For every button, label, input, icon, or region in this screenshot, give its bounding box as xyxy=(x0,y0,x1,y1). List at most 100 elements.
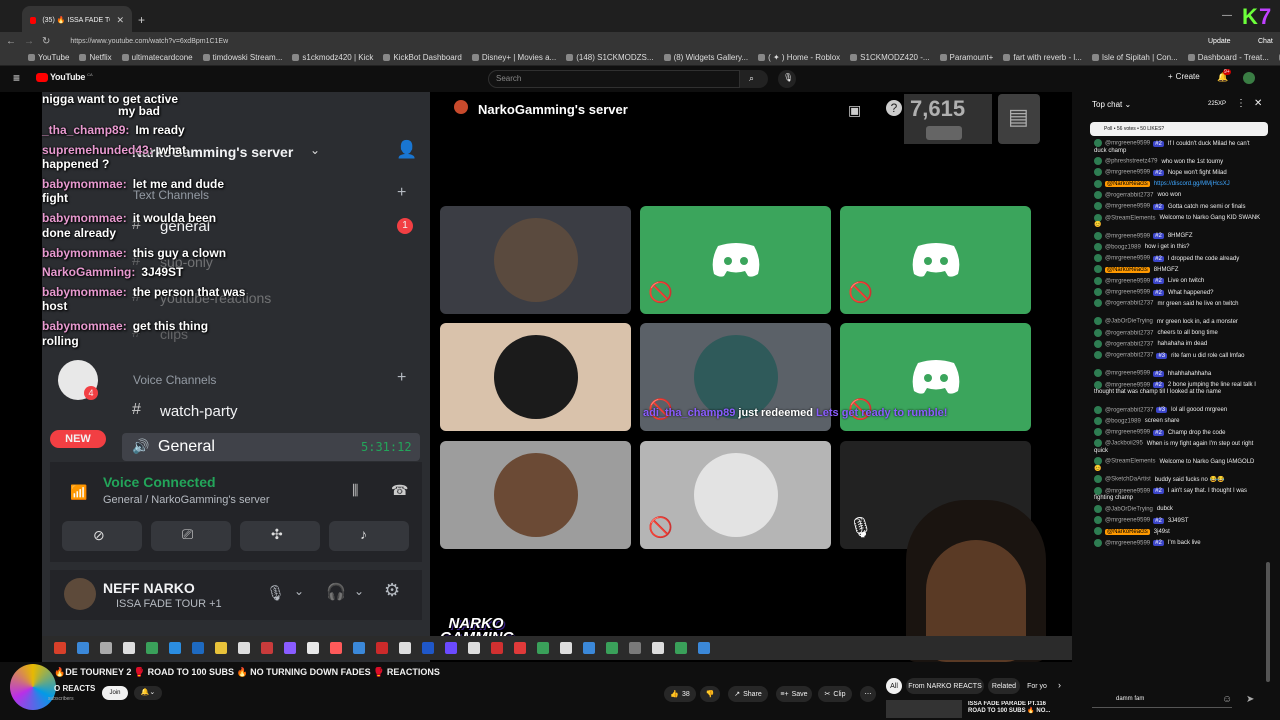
chevron-down-icon[interactable]: ⌄ xyxy=(354,584,364,598)
taskbar-app-icon[interactable] xyxy=(77,642,89,654)
bookmark-item[interactable]: ultimatecardcone xyxy=(121,53,193,62)
chat-author[interactable]: @mrgreene9599 xyxy=(1105,256,1150,262)
chat-author[interactable]: @boogz1989 xyxy=(1105,244,1141,250)
chat-author[interactable]: @StreamElements xyxy=(1105,459,1155,465)
taskbar-app-icon[interactable] xyxy=(376,642,388,654)
gear-icon[interactable]: ⚙ xyxy=(384,580,400,601)
chat-message[interactable]: @boogz1989 how i get in this? xyxy=(1094,242,1262,252)
chat-author[interactable]: @mrgreene9599 xyxy=(1105,141,1150,147)
activities-button[interactable]: ✣ xyxy=(240,521,320,551)
chevron-right-icon[interactable]: › xyxy=(1058,680,1061,690)
chat-message[interactable]: @mrgreene9599 #2 If I couldn't duck Milad … xyxy=(1094,139,1262,155)
taskbar-app-icon[interactable] xyxy=(169,642,181,654)
chat-message[interactable]: @mrgreene9599 #2 8HMGFZ xyxy=(1094,231,1262,241)
taskbar-app-icon[interactable] xyxy=(238,642,250,654)
new-tab-icon[interactable]: + xyxy=(138,13,145,27)
chat-message[interactable]: @mrgreene9599 #2 I dropped the code alread… xyxy=(1094,254,1262,263)
soundboard-button[interactable]: ♪ xyxy=(329,521,409,551)
chat-author[interactable]: @mrgreene9599 xyxy=(1105,233,1150,239)
bookmark-item[interactable]: Paramount+ xyxy=(939,53,993,62)
chat-message[interactable]: @NarkoReacts 8HMGFZ xyxy=(1094,265,1262,274)
chat-message[interactable]: @NarkoReacts https://discord.gg/MMjHcsXJ xyxy=(1094,179,1262,189)
chat-message[interactable]: @rogerrabbit2737 cheers to all bong time xyxy=(1094,328,1262,338)
dislike-button[interactable]: 👎 xyxy=(700,686,720,702)
bookmark-item[interactable]: S1CKMODZ420 -... xyxy=(850,53,930,62)
bookmark-item[interactable]: fart with reverb - l... xyxy=(1003,53,1082,62)
create-button[interactable]: + Create xyxy=(1168,72,1200,81)
taskbar-app-icon[interactable] xyxy=(353,642,365,654)
next-video-title[interactable]: ISSA FADE PARADE PT.116 ROAD TO 100 SUBS… xyxy=(968,701,1060,715)
chat-author[interactable]: @JabOrDieTrying xyxy=(1105,319,1153,325)
noise-suppression-icon[interactable]: ⫼ xyxy=(352,482,358,499)
bookmark-item[interactable]: Netflix xyxy=(79,53,112,62)
chat-message[interactable]: @JabOrDieTrying mr green lock in, ad a mo… xyxy=(1094,317,1262,326)
like-button[interactable]: 👍 38 xyxy=(664,686,696,702)
chat-message[interactable]: @mrgreene9599 #2 What happened? xyxy=(1094,288,1262,297)
taskbar-app-icon[interactable] xyxy=(583,642,595,654)
headphones-icon[interactable]: 🎧 xyxy=(326,582,346,602)
notifications-button[interactable]: 🔔 9+ xyxy=(1217,69,1231,83)
bookmark-item[interactable]: s1ckmodz420 | Kick xyxy=(292,53,373,62)
chat-author[interactable]: @NarkoReacts xyxy=(1105,181,1150,188)
minimize-icon[interactable]: — xyxy=(1222,10,1232,21)
clip-button[interactable]: ✂ Clip xyxy=(818,686,852,702)
filter-chip-related[interactable]: Related xyxy=(988,678,1020,694)
taskbar-app-icon[interactable] xyxy=(192,642,204,654)
reload-icon[interactable]: ↻ xyxy=(42,36,50,47)
chat-message[interactable]: @rogerrabbit2737 #3 rite fam u did role ca… xyxy=(1094,351,1262,360)
chat-message[interactable]: @rogerrabbit2737 mr green said he live on… xyxy=(1094,299,1262,308)
chat-message[interactable]: @rogerrabbit2737 hahahaha im dead xyxy=(1094,339,1262,349)
search-button[interactable]: ⌕ xyxy=(740,70,768,88)
poll-banner[interactable]: Poll • 56 votes • 50 LIKES? xyxy=(1090,122,1268,136)
chat-message[interactable]: @JabOrDieTrying dubck xyxy=(1094,504,1262,514)
taskbar-app-icon[interactable] xyxy=(399,642,411,654)
bookmark-item[interactable]: (148) S1CKMODZS... xyxy=(566,53,654,62)
next-video-thumbnail[interactable] xyxy=(886,700,962,718)
taskbar-app-icon[interactable] xyxy=(629,642,641,654)
inbox-icon[interactable]: ▣ xyxy=(848,102,861,119)
user-name[interactable]: NEFF NARKO xyxy=(103,580,195,596)
filter-chip-for-you[interactable]: For yo xyxy=(1024,678,1050,694)
chat-author[interactable]: @mrgreene9599 xyxy=(1105,278,1150,284)
add-voice-channel-icon[interactable]: + xyxy=(397,369,406,387)
chat-author[interactable]: @mrgreene9599 xyxy=(1105,382,1150,388)
search-input[interactable]: Search xyxy=(488,70,740,88)
chat-message[interactable]: @mrgreene9599 #2 Live on twitch xyxy=(1094,276,1262,286)
taskbar-app-icon[interactable] xyxy=(652,642,664,654)
bookmark-item[interactable]: KickBot Dashboard xyxy=(383,53,462,62)
taskbar-app-icon[interactable] xyxy=(146,642,158,654)
chat-author[interactable]: @mrgreene9599 xyxy=(1105,518,1150,524)
taskbar-app-icon[interactable] xyxy=(514,642,526,654)
chat-message[interactable]: @mrgreene9599 #2 Champ drop the code xyxy=(1094,428,1262,437)
chat-author[interactable]: @mrgreene9599 xyxy=(1105,540,1150,546)
taskbar-app-icon[interactable] xyxy=(445,642,457,654)
taskbar-app-icon[interactable] xyxy=(422,642,434,654)
close-icon[interactable]: ✕ xyxy=(116,15,124,26)
taskbar-app-icon[interactable] xyxy=(307,642,319,654)
taskbar-app-icon[interactable] xyxy=(215,642,227,654)
taskbar-app-icon[interactable] xyxy=(100,642,112,654)
add-text-channel-icon[interactable]: + xyxy=(397,184,406,202)
youtube-logo[interactable]: YouTube CA xyxy=(36,72,93,82)
taskbar-app-icon[interactable] xyxy=(491,642,503,654)
more-vert-icon[interactable]: ⋮ xyxy=(1236,98,1246,109)
taskbar-app-icon[interactable] xyxy=(261,642,273,654)
taskbar-app-icon[interactable] xyxy=(468,642,480,654)
microphone-icon[interactable]: 🎙 xyxy=(266,584,285,602)
bookmark-item[interactable]: Disney+ | Movies a... xyxy=(471,53,556,62)
taskbar-app-icon[interactable] xyxy=(284,642,296,654)
add-member-icon[interactable]: 👤 xyxy=(396,140,417,160)
chevron-down-icon[interactable]: ⌄ xyxy=(294,584,304,598)
chat-message[interactable]: @mrgreene9599 #2 3J49ST xyxy=(1094,516,1262,525)
taskbar-app-icon[interactable] xyxy=(123,642,135,654)
participant-tile[interactable]: 🚫 xyxy=(640,441,831,549)
back-icon[interactable]: ← xyxy=(6,36,16,47)
channel-watch-party[interactable]: # watch-party xyxy=(114,399,414,423)
screen-share-button[interactable]: ⎚ xyxy=(151,521,231,551)
voice-connected-subtitle[interactable]: General / NarkoGamming's server xyxy=(103,494,270,506)
channel-name[interactable]: O REACTS xyxy=(54,684,95,693)
chat-author[interactable]: @NarkoReacts xyxy=(1105,266,1150,273)
taskbar-app-icon[interactable] xyxy=(675,642,687,654)
chat-author[interactable]: @rogerrabbit2737 xyxy=(1105,353,1153,359)
chat-author[interactable]: @rogerrabbit2737 xyxy=(1105,330,1153,336)
